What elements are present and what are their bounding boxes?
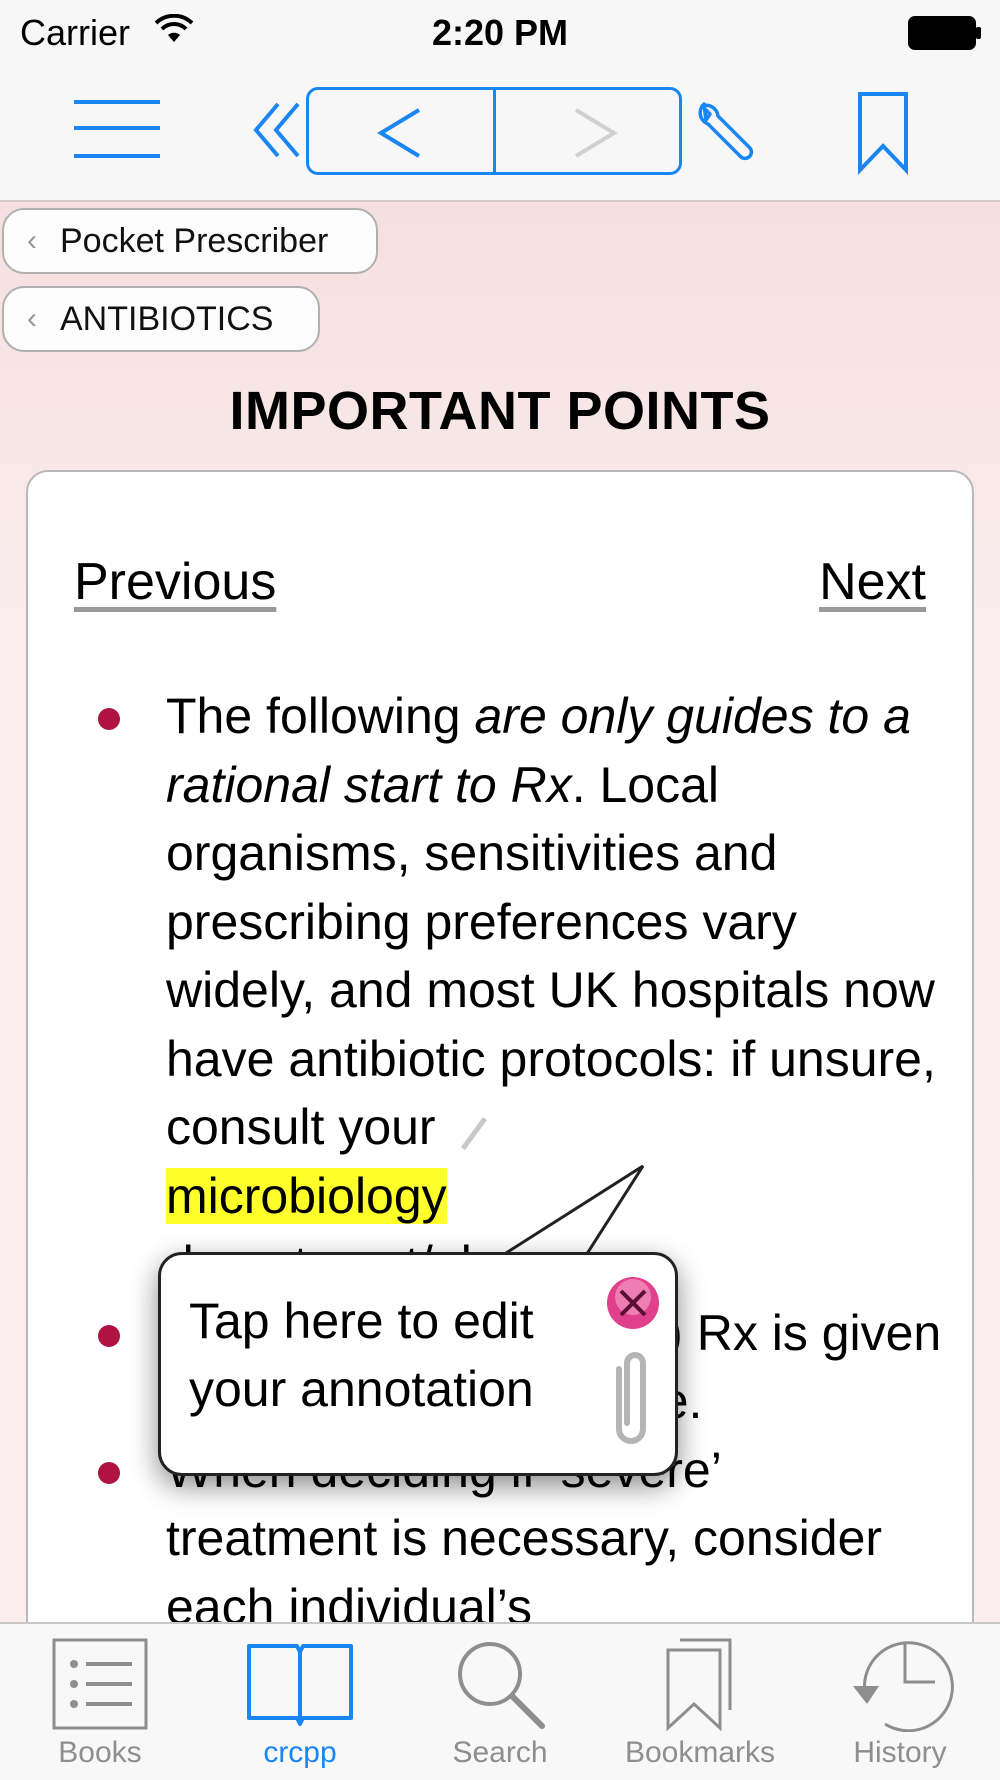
bookmark-icon[interactable] bbox=[856, 90, 910, 176]
highlighted-text[interactable]: microbiology bbox=[166, 1167, 447, 1224]
breadcrumb-label: ANTIBIOTICS bbox=[60, 299, 274, 338]
back-button[interactable] bbox=[309, 90, 493, 172]
annotation-popup-text[interactable]: Tap here to edit your annotation bbox=[189, 1287, 589, 1423]
paperclip-icon[interactable] bbox=[603, 1349, 659, 1449]
menu-button[interactable] bbox=[74, 94, 160, 164]
annotation-popup[interactable]: Tap here to edit your annotation bbox=[158, 1252, 678, 1476]
chevron-left-icon: ‹ bbox=[27, 224, 37, 257]
list-icon bbox=[52, 1638, 148, 1730]
battery-icon bbox=[908, 16, 981, 50]
history-icon bbox=[853, 1641, 954, 1732]
tab-label: Search bbox=[452, 1736, 548, 1769]
chevron-left-icon bbox=[377, 108, 421, 158]
close-icon[interactable] bbox=[603, 1273, 663, 1333]
tab-label: History bbox=[853, 1736, 947, 1769]
popup-tail bbox=[493, 1164, 645, 1262]
double-chevron-left-icon[interactable] bbox=[252, 100, 304, 160]
breadcrumb-antibiotics[interactable]: ‹ ANTIBIOTICS bbox=[2, 286, 320, 352]
bullet-dot bbox=[98, 1324, 120, 1347]
clock: 2:20 PM bbox=[431, 12, 569, 53]
bullet-dot bbox=[98, 1461, 120, 1484]
breadcrumb-label: Pocket Prescriber bbox=[60, 221, 329, 260]
tab-books[interactable]: Books bbox=[0, 1624, 200, 1780]
navigation-bar bbox=[0, 64, 1000, 202]
chevron-left-icon: ‹ bbox=[27, 302, 37, 335]
search-icon bbox=[458, 1642, 545, 1729]
next-link[interactable]: Next bbox=[819, 552, 926, 612]
content-area[interactable]: ‹ Pocket Prescriber ‹ ANTIBIOTICS IMPORT… bbox=[0, 202, 1000, 1622]
bookmarks-icon bbox=[666, 1638, 732, 1732]
bullet-list: The following are only guides to a ratio… bbox=[72, 682, 942, 1622]
tab-label: Books bbox=[58, 1736, 142, 1769]
previous-link[interactable]: Previous bbox=[74, 552, 276, 612]
forward-button[interactable] bbox=[492, 90, 680, 172]
bullet-text: . Local organisms, sensitivities and pre… bbox=[166, 756, 936, 1156]
page-navigation-segment bbox=[306, 87, 682, 175]
wrench-icon[interactable] bbox=[694, 98, 756, 164]
bullet-text: The following bbox=[166, 688, 475, 744]
chevron-right-icon bbox=[574, 108, 618, 158]
pencil-icon[interactable] bbox=[455, 1111, 489, 1151]
tab-bar: Books crcpp Search Bookmarks History bbox=[0, 1622, 1000, 1780]
status-bar: Carrier 2:20 PM bbox=[0, 0, 1000, 64]
tab-label: crcpp bbox=[263, 1736, 337, 1769]
tab-search[interactable]: Search bbox=[400, 1624, 600, 1780]
tab-history[interactable]: History bbox=[800, 1624, 1000, 1780]
tab-bookmarks[interactable]: Bookmarks bbox=[600, 1624, 800, 1780]
tab-crcpp[interactable]: crcpp bbox=[200, 1624, 400, 1780]
tab-label: Bookmarks bbox=[624, 1736, 776, 1769]
bullet-dot bbox=[98, 708, 120, 730]
open-book-icon bbox=[247, 1644, 353, 1726]
page-title: IMPORTANT POINTS bbox=[229, 381, 771, 441]
breadcrumb-pocket-prescriber[interactable]: ‹ Pocket Prescriber bbox=[2, 208, 378, 274]
